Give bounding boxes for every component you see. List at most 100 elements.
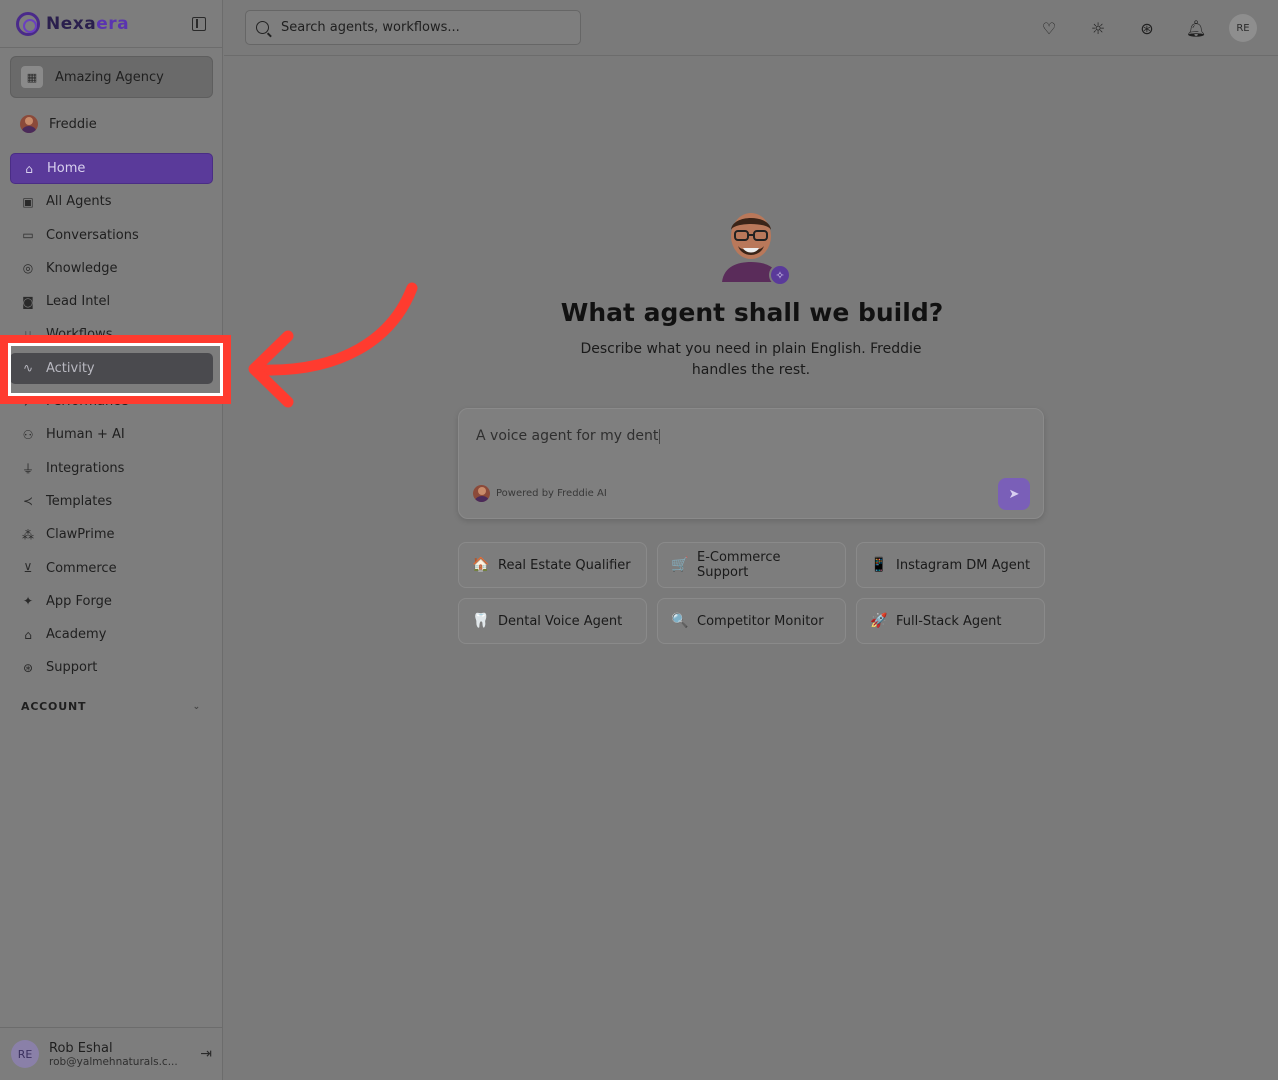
phone-icon: 📱 (870, 557, 888, 573)
sidebar-item-academy[interactable]: ⌂ Academy (10, 619, 213, 650)
lifebuoy-icon[interactable]: ⊛ (1133, 14, 1161, 42)
network-icon: ⚇ (22, 427, 34, 442)
search-box[interactable] (245, 10, 581, 45)
sidebar-item-label: Workflows (46, 327, 113, 343)
sidebar-item-label: Support (46, 660, 98, 676)
current-user[interactable]: Freddie (20, 112, 97, 136)
user-footer: RE Rob Eshal rob@yalmehnaturals.c... ⇥ (0, 1027, 223, 1080)
share-icon: ≺ (22, 494, 34, 509)
sidebar-item-home[interactable]: ⌂ Home (10, 153, 213, 184)
sidebar-item-label: App Forge (46, 593, 112, 609)
sidebar-item-label: Templates (46, 493, 113, 509)
prompt-input[interactable]: A voice agent for my dent (476, 428, 660, 444)
sidebar-item-label: Academy (46, 627, 107, 643)
sidebar-item-label: Integrations (46, 460, 125, 476)
chevron-down-icon: ⌄ (192, 701, 201, 712)
sidebar-item-label: Activity (46, 360, 95, 376)
contact-icon: ◙ (22, 294, 34, 309)
sidebar-item-label: Human + AI (46, 427, 125, 443)
suggestion-chip-fullstack[interactable]: 🚀 Full-Stack Agent (856, 598, 1045, 644)
freddie-avatar (20, 115, 38, 133)
brain-icon: ◎ (22, 261, 34, 276)
chip-label: Real Estate Qualifier (498, 557, 631, 573)
sidebar-item-templates[interactable]: ≺ Templates (10, 486, 213, 517)
brand-name: Nexa (46, 13, 97, 34)
search-icon (256, 21, 269, 34)
logo-icon (16, 11, 40, 36)
sidebar-item-support[interactable]: ⊛ Support (10, 652, 213, 683)
sun-icon[interactable]: ☼ (1084, 14, 1112, 42)
sparkle-badge-icon: ✧ (769, 264, 791, 286)
house-icon: 🏠 (472, 557, 490, 573)
suggestion-chip-competitor[interactable]: 🔍 Competitor Monitor (657, 598, 846, 644)
building-icon: ▦ (21, 66, 43, 88)
trending-icon: ↗ (22, 394, 34, 409)
search-input[interactable] (281, 20, 570, 35)
user-email: rob@yalmehnaturals.c... (49, 1055, 178, 1068)
sidebar-item-lead-intel[interactable]: ◙ Lead Intel (10, 286, 213, 317)
chip-label: Competitor Monitor (697, 613, 824, 629)
sidebar-item-app-forge[interactable]: ✦ App Forge (10, 586, 213, 617)
sidebar-item-activity[interactable]: ∿ Activity (10, 352, 213, 384)
sidebar-item-human-ai[interactable]: ⚇ Human + AI (10, 419, 213, 450)
lifebuoy-icon: ⊛ (22, 660, 34, 675)
magnifier-icon: 🔍 (671, 613, 689, 629)
hero-subtitle: Describe what you need in plain English.… (580, 341, 922, 378)
user-avatar[interactable]: RE (11, 1040, 39, 1068)
message-icon: ▭ (22, 228, 34, 243)
account-section-label: ACCOUNT (21, 700, 87, 713)
chip-label: Dental Voice Agent (498, 613, 623, 629)
suggestion-chip-real-estate[interactable]: 🏠 Real Estate Qualifier (458, 542, 647, 588)
bell-icon[interactable]: 🔔︎ (1182, 14, 1210, 42)
logout-icon[interactable]: ⇥ (200, 1046, 212, 1062)
cart-icon: ⊻ (23, 561, 33, 576)
sidebar-item-knowledge[interactable]: ◎ Knowledge (10, 253, 213, 284)
sidebar-item-label: Commerce (46, 560, 117, 576)
heart-icon[interactable]: ♡ (1035, 14, 1063, 42)
suggestion-chip-dental[interactable]: 🦷 Dental Voice Agent (458, 598, 647, 644)
sidebar-item-conversations[interactable]: ▭ Conversations (10, 220, 213, 251)
sidebar-item-clawprime[interactable]: ⁂ ClawPrime (10, 519, 213, 550)
sidebar-item-label: Lead Intel (46, 294, 111, 310)
tooth-icon: 🦷 (472, 613, 490, 629)
powered-by-label: Powered by Freddie AI (496, 488, 607, 499)
sidebar-item-commerce[interactable]: ⊻ Commerce (10, 553, 213, 584)
chip-label: E-Commerce Support (697, 550, 781, 580)
sidebar-item-workflows[interactable]: ⑂ Workflows (10, 319, 213, 350)
suggestion-chip-ecommerce[interactable]: 🛒 E-Commerce Support (657, 542, 846, 588)
sparkles-icon: ✦ (22, 594, 34, 609)
home-icon: ⌂ (25, 161, 33, 176)
sidebar-item-integrations[interactable]: ⏚ Integrations (10, 453, 213, 484)
sidebar-item-label: Conversations (46, 227, 139, 243)
freddie-mini-avatar (473, 485, 490, 502)
sidebar-item-label: All Agents (46, 194, 112, 210)
cart-icon: 🛒 (671, 557, 689, 573)
freddie-hero-avatar: ✧ (712, 208, 792, 288)
account-section-toggle[interactable]: ACCOUNT ⌄ (21, 700, 201, 713)
logo-row: Nexaera (0, 0, 222, 48)
sidebar-nav: ⌂ Home ▣ All Agents ▭ Conversations ◎ Knowle… (10, 153, 213, 686)
top-user-avatar[interactable]: RE (1229, 14, 1257, 42)
send-icon: ➤ (1008, 486, 1020, 502)
graduation-icon: ⌂ (24, 627, 32, 642)
agency-switcher[interactable]: ▦ Amazing Agency (10, 56, 213, 98)
suggestion-chips: 🏠 Real Estate Qualifier 🛒 E-Commerce Suppo… (458, 542, 1045, 644)
plug-icon: ⏚ (21, 461, 34, 476)
send-button[interactable]: ➤ (998, 478, 1030, 510)
sidebar-item-performance[interactable]: ↗ Performance (10, 386, 213, 417)
hero-title: What agent shall we build? (560, 298, 944, 327)
user-info: Rob Eshal rob@yalmehnaturals.c... (49, 1041, 179, 1068)
sidebar-collapse-icon[interactable] (192, 16, 206, 31)
powered-by: Powered by Freddie AI (473, 485, 607, 502)
chip-label: Instagram DM Agent (896, 557, 1031, 573)
brand-logo[interactable]: Nexaera (46, 14, 129, 34)
suggestion-chip-instagram[interactable]: 📱 Instagram DM Agent (856, 542, 1045, 588)
chip-label: Full-Stack Agent (896, 613, 1002, 629)
prompt-box[interactable]: A voice agent for my dent Powered by Fre… (458, 408, 1044, 519)
sidebar-item-all-agents[interactable]: ▣ All Agents (10, 186, 213, 217)
rocket-icon: 🚀 (870, 613, 888, 629)
user-name: Rob Eshal (49, 1040, 113, 1056)
agency-label: Amazing Agency (55, 69, 164, 85)
sidebar-item-label: Performance (46, 394, 129, 410)
brand-name-accent: era (96, 13, 130, 34)
